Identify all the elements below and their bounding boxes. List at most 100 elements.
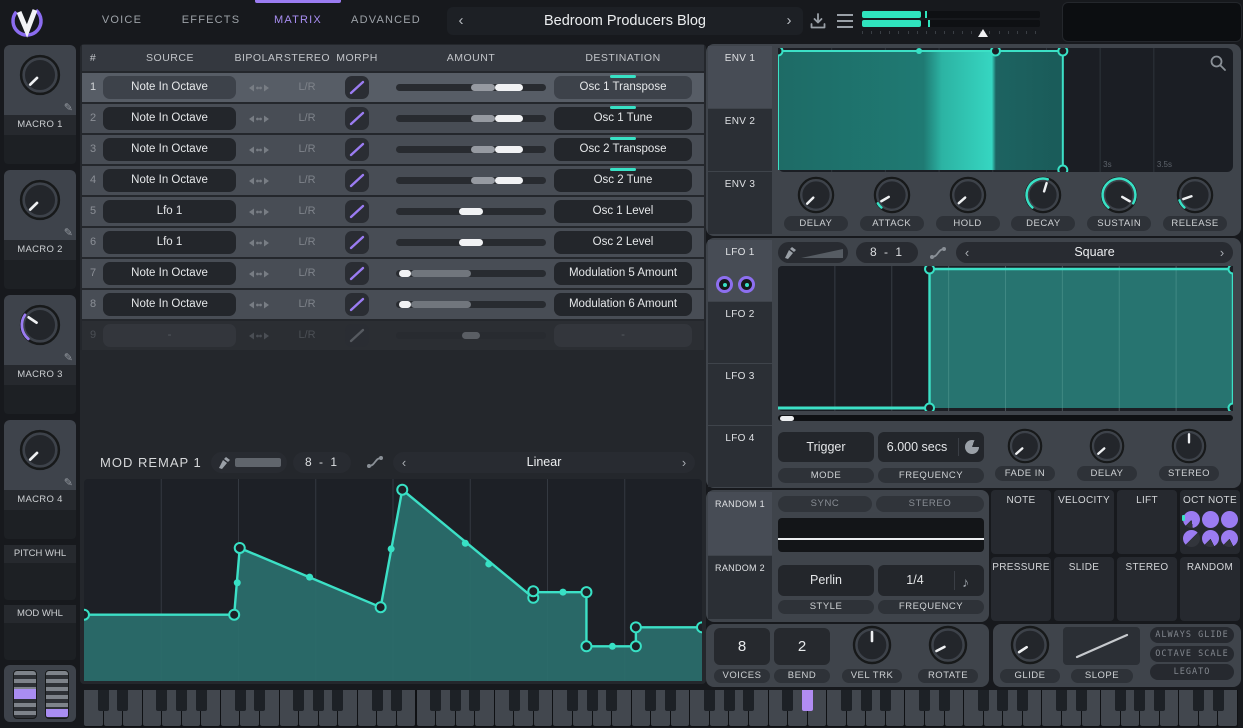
tab-lfo-3[interactable]: LFO 3 — [708, 364, 772, 425]
matrix-row[interactable]: 1Note In OctaveL/ROsc 1 Transpose — [82, 73, 704, 102]
black-key[interactable] — [391, 690, 402, 711]
bipolar-icon[interactable] — [248, 269, 270, 279]
black-key[interactable] — [743, 690, 754, 711]
black-key[interactable] — [861, 690, 872, 711]
remap-mode-selector[interactable]: ‹ Linear › — [393, 452, 695, 473]
lfo-paint-button[interactable] — [778, 242, 848, 263]
morph-button[interactable] — [345, 169, 369, 192]
delay-knob[interactable] — [797, 176, 835, 214]
black-key[interactable] — [98, 690, 109, 711]
amount-slider[interactable] — [396, 301, 546, 308]
stereo-toggle[interactable]: L/R — [285, 197, 329, 226]
lfo-display[interactable] — [778, 266, 1233, 411]
stereo-toggle[interactable]: L/R — [285, 228, 329, 257]
source-button[interactable]: Note In Octave — [103, 293, 236, 316]
stereo-toggle[interactable]: L/R — [285, 259, 329, 288]
source-button[interactable]: Note In Octave — [103, 107, 236, 130]
matrix-row[interactable]: 9-L/R- — [82, 321, 704, 350]
bipolar-icon[interactable] — [248, 176, 270, 186]
toggle-legato[interactable]: LEGATO — [1150, 664, 1234, 680]
smooth-curve-icon[interactable] — [928, 244, 948, 262]
preset-prev-button[interactable]: ‹ — [449, 7, 473, 35]
pressed-black-key[interactable] — [802, 690, 813, 711]
bipolar-icon[interactable] — [248, 83, 270, 93]
preset-browser[interactable]: ‹ Bedroom Producers Blog › — [447, 7, 803, 35]
black-key[interactable] — [724, 690, 735, 711]
morph-button[interactable] — [345, 107, 369, 130]
matrix-row[interactable]: 4Note In OctaveL/ROsc 2 Tune — [82, 166, 704, 195]
black-key[interactable] — [978, 690, 989, 711]
attack-knob[interactable] — [873, 176, 911, 214]
matrix-row[interactable]: 2Note In OctaveL/ROsc 1 Tune — [82, 104, 704, 133]
rotate-knob[interactable] — [928, 625, 968, 665]
macro-drag-source[interactable] — [4, 135, 76, 164]
destination-button[interactable]: Osc 1 Tune — [554, 107, 692, 130]
source-button[interactable]: Note In Octave — [103, 169, 236, 192]
mod-source-note[interactable]: NOTE — [991, 490, 1051, 554]
volume-meter[interactable] — [862, 10, 1042, 36]
black-key[interactable] — [665, 690, 676, 711]
source-button[interactable]: Lfo 1 — [103, 231, 236, 254]
lfo-mode-dropdown[interactable]: Trigger — [778, 432, 874, 462]
remap-grid-size[interactable]: 8 - 1 — [293, 452, 351, 473]
lfo-shape-prev[interactable]: ‹ — [956, 242, 978, 263]
matrix-row[interactable]: 8Note In OctaveL/RModulation 6 Amount — [82, 290, 704, 319]
black-key[interactable] — [235, 690, 246, 711]
bipolar-icon[interactable] — [248, 300, 270, 310]
sustain-knob[interactable] — [1100, 176, 1138, 214]
black-key[interactable] — [1154, 690, 1165, 711]
edit-pencil-icon[interactable]: ✎ — [64, 351, 73, 364]
morph-button[interactable] — [345, 262, 369, 285]
amount-slider[interactable] — [396, 115, 546, 122]
macro-2-knob[interactable] — [19, 179, 61, 221]
bipolar-icon[interactable] — [248, 207, 270, 217]
matrix-row[interactable]: 3Note In OctaveL/ROsc 2 Transpose — [82, 135, 704, 164]
rotate-knob[interactable] — [928, 625, 968, 665]
glide-knob[interactable] — [1010, 625, 1050, 665]
black-key[interactable] — [1134, 690, 1145, 711]
black-key[interactable] — [156, 690, 167, 711]
bend-value[interactable]: 2 — [774, 628, 830, 665]
black-key[interactable] — [606, 690, 617, 711]
black-key[interactable] — [1193, 690, 1204, 711]
source-button[interactable]: Note In Octave — [103, 262, 236, 285]
morph-button[interactable] — [345, 76, 369, 99]
lfo-mod-source-ring[interactable] — [738, 276, 755, 293]
black-key[interactable] — [372, 690, 383, 711]
tab-advanced[interactable]: ADVANCED — [351, 14, 421, 26]
black-key[interactable] — [919, 690, 930, 711]
amount-slider[interactable] — [396, 270, 546, 277]
release-knob[interactable] — [1176, 176, 1214, 214]
decay-knob[interactable] — [1024, 176, 1062, 214]
pitch-wheel-drag-source[interactable] — [4, 563, 76, 600]
black-key[interactable] — [254, 690, 265, 711]
piano-keyboard[interactable] — [84, 690, 1238, 727]
mod-source-pressure[interactable]: PRESSURE — [991, 557, 1051, 621]
morph-button[interactable] — [345, 200, 369, 223]
stereo-toggle[interactable]: L/R — [285, 73, 329, 102]
source-button[interactable]: Lfo 1 — [103, 200, 236, 223]
destination-button[interactable]: Osc 2 Level — [554, 231, 692, 254]
edit-pencil-icon[interactable]: ✎ — [64, 101, 73, 114]
destination-button[interactable]: Osc 2 Tune — [554, 169, 692, 192]
preset-next-button[interactable]: › — [777, 7, 801, 35]
mod-wheel[interactable] — [45, 670, 69, 719]
destination-button[interactable]: Osc 1 Level — [554, 200, 692, 223]
stereo-knob[interactable] — [1171, 428, 1207, 464]
remap-mode-next[interactable]: › — [673, 452, 695, 473]
black-key[interactable] — [1076, 690, 1087, 711]
vel-trk-knob[interactable] — [852, 625, 892, 665]
amount-slider[interactable] — [396, 332, 546, 339]
black-key[interactable] — [509, 690, 520, 711]
delay-knob[interactable] — [1089, 428, 1125, 464]
matrix-row[interactable]: 7Note In OctaveL/RModulation 5 Amount — [82, 259, 704, 288]
glide-knob[interactable] — [1010, 625, 1050, 665]
remap-paint-button[interactable] — [211, 452, 287, 473]
tab-voice[interactable]: VOICE — [102, 14, 142, 26]
tempo-note-icon[interactable]: ♪ — [962, 567, 969, 598]
tab-lfo-4[interactable]: LFO 4 — [708, 426, 772, 487]
remap-mode-prev[interactable]: ‹ — [393, 452, 415, 473]
stereo-toggle[interactable]: L/R — [285, 166, 329, 195]
destination-button[interactable]: - — [554, 324, 692, 347]
black-key[interactable] — [1056, 690, 1067, 711]
